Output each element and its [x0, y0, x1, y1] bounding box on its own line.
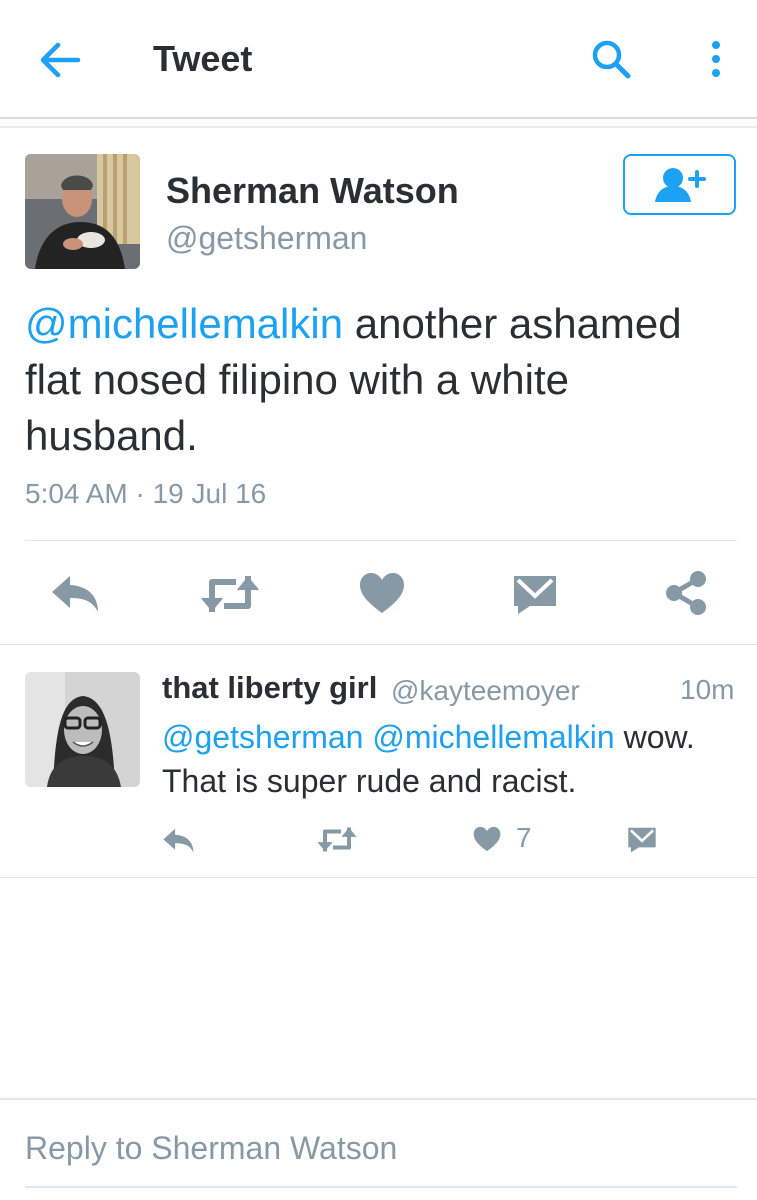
mention-link[interactable]: @michellemalkin: [372, 719, 614, 755]
section-divider: [0, 644, 757, 645]
divider: [25, 540, 737, 541]
reply-timestamp: 10m: [680, 674, 735, 705]
reply-input[interactable]: Reply to Sherman Watson: [25, 1130, 737, 1178]
section-divider: [0, 877, 757, 878]
reply-author-name[interactable]: that liberty girl: [162, 670, 377, 706]
back-arrow-icon[interactable]: [38, 40, 82, 80]
top-app-bar: [0, 0, 757, 118]
add-user-icon: [655, 168, 706, 202]
composer-divider: [0, 1098, 757, 1100]
author-handle[interactable]: @getsherman: [166, 220, 367, 257]
mention-link[interactable]: @getsherman: [162, 719, 363, 755]
top-bar-divider: [0, 117, 757, 119]
composer-underline: [25, 1186, 737, 1188]
reply-text: @getsherman @michellemalkin wow. That is…: [162, 715, 742, 803]
tweet-timestamp: 5:04 AM · 19 Jul 16: [25, 478, 267, 509]
retweet-icon[interactable]: [317, 826, 357, 853]
direct-message-icon[interactable]: [627, 826, 657, 853]
reply-author-avatar[interactable]: [25, 672, 140, 787]
author-name[interactable]: Sherman Watson: [166, 170, 459, 212]
more-vertical-icon[interactable]: [708, 40, 724, 80]
author-avatar[interactable]: [25, 154, 140, 269]
retweet-icon[interactable]: [200, 574, 260, 614]
search-icon[interactable]: [590, 38, 632, 80]
reply-author-handle[interactable]: @kayteemoyer: [391, 675, 580, 707]
follow-button[interactable]: [623, 154, 736, 215]
mention-link[interactable]: @michellemalkin: [25, 300, 343, 347]
direct-message-icon[interactable]: [512, 574, 558, 614]
share-icon[interactable]: [664, 570, 708, 616]
page-title: Tweet: [153, 38, 253, 79]
like-heart-icon[interactable]: [473, 826, 501, 852]
like-count: 7: [516, 822, 532, 853]
reply-icon[interactable]: [50, 572, 102, 614]
top-bar-shadow: [0, 126, 757, 128]
tweet-text: @michellemalkin another ashamed flat nos…: [25, 296, 735, 464]
like-heart-icon[interactable]: [359, 572, 405, 614]
reply-icon[interactable]: [162, 826, 196, 854]
